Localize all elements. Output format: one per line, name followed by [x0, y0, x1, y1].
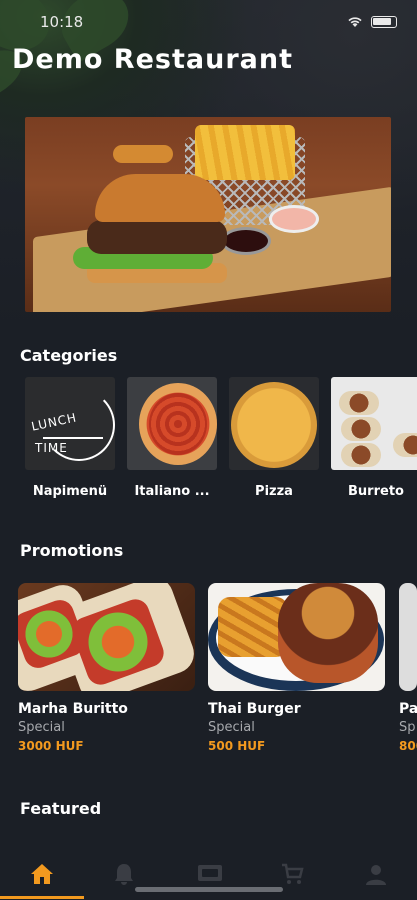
- promotion-subtitle: Special: [18, 720, 65, 735]
- category-label: Burreto: [348, 484, 404, 499]
- bottom-nav: [0, 850, 417, 900]
- home-icon: [31, 864, 53, 884]
- knife-graphic: [43, 437, 103, 439]
- active-tab-indicator: [0, 896, 84, 899]
- category-card-burreto[interactable]: Burreto: [331, 377, 417, 499]
- burrito-graphic: [393, 433, 417, 457]
- promotion-card-thai-burger[interactable]: Thai Burger Special 500 HUF: [208, 583, 385, 753]
- promotion-name: Pa: [399, 701, 417, 717]
- promotion-subtitle: Special: [208, 720, 255, 735]
- burrito-graphic: [339, 391, 379, 415]
- category-card-napimenu[interactable]: LUNCH TIME Napimenü: [25, 377, 115, 499]
- nav-notifications[interactable]: [104, 862, 144, 890]
- promotion-price: 3000 HUF: [18, 739, 84, 753]
- onion-ring: [113, 145, 173, 163]
- pizza-graphic: [139, 383, 217, 465]
- burrito-graphic: [341, 417, 381, 441]
- fries: [195, 125, 295, 180]
- category-image: [229, 377, 319, 470]
- promotion-subtitle: Sp: [399, 720, 416, 735]
- burger-graphic: [278, 583, 378, 683]
- home-indicator[interactable]: [135, 887, 283, 892]
- battery-icon: [371, 16, 397, 28]
- wifi-icon: [348, 17, 362, 27]
- status-time: 10:18: [40, 13, 84, 31]
- category-card-pizza[interactable]: Pizza: [229, 377, 319, 499]
- cart-icon: [282, 863, 304, 884]
- page-title: Demo Restaurant: [12, 44, 293, 75]
- bun-top: [95, 174, 225, 222]
- promotions-heading: Promotions: [20, 541, 124, 560]
- featured-heading: Featured: [20, 799, 102, 818]
- hero-image: [25, 117, 391, 312]
- status-bar: 10:18: [0, 10, 417, 34]
- sauce-bowl: [221, 227, 271, 255]
- promotion-image: [399, 583, 417, 691]
- nav-home[interactable]: [22, 862, 62, 890]
- category-image: [331, 377, 417, 470]
- bell-icon: [115, 864, 133, 885]
- promotion-card-partial[interactable]: Pa Sp 800: [399, 583, 417, 753]
- category-card-italiano[interactable]: Italiano ...: [127, 377, 217, 499]
- category-image: LUNCH TIME: [25, 377, 115, 470]
- promotion-image: [208, 583, 385, 691]
- status-icons: [347, 16, 397, 28]
- menu-card-icon: [198, 865, 222, 881]
- category-label: Italiano ...: [134, 484, 210, 499]
- promotion-name: Thai Burger: [208, 701, 301, 717]
- nav-profile[interactable]: [356, 862, 396, 890]
- category-label: Pizza: [255, 484, 293, 499]
- categories-heading: Categories: [20, 346, 118, 365]
- nav-cart[interactable]: [272, 862, 312, 890]
- user-icon: [366, 865, 386, 885]
- promotion-card-marha-buritto[interactable]: Marha Buritto Special 3000 HUF: [18, 583, 195, 753]
- patty: [87, 220, 227, 254]
- sauce-bowl: [269, 205, 319, 233]
- category-image: [127, 377, 217, 470]
- nav-menu[interactable]: [190, 862, 230, 890]
- category-label: Napimenü: [32, 484, 108, 499]
- promotion-image: [18, 583, 195, 691]
- promotion-name: Marha Buritto: [18, 701, 128, 717]
- pizza-graphic: [231, 382, 317, 468]
- burrito-graphic: [341, 443, 381, 467]
- promotion-price: 800: [399, 739, 417, 753]
- category-image-text: TIME: [35, 441, 68, 455]
- promotion-price: 500 HUF: [208, 739, 266, 753]
